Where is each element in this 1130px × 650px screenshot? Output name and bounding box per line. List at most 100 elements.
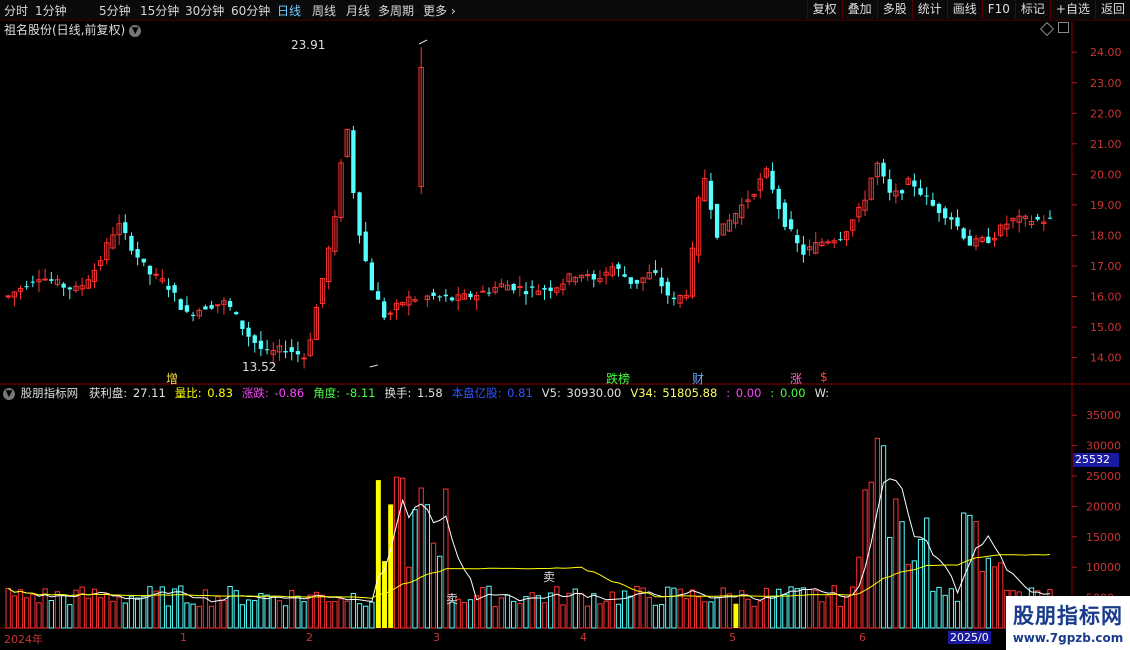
indicator-name[interactable]: 股朋指标网: [21, 386, 79, 400]
date-label-7: 2025/0: [948, 631, 991, 644]
candle-body: [375, 291, 381, 300]
chevron-down-icon[interactable]: ▼: [3, 387, 15, 400]
volume-bar: [837, 605, 844, 629]
volume-bar: [388, 504, 394, 628]
volume-bar: [702, 601, 708, 629]
candle-body: [209, 305, 214, 309]
low-price-label: 13.52: [242, 360, 277, 374]
volume-bar: [936, 586, 942, 629]
indicator-label: 换手:: [384, 386, 412, 400]
indicator-value: 0.00: [732, 386, 762, 400]
candle-body: [918, 188, 923, 195]
volume-bar: [523, 596, 529, 629]
volume-bar: [79, 586, 85, 629]
candle-body: [190, 314, 196, 316]
date-label-3: 3: [433, 631, 440, 644]
candle-body: [881, 162, 886, 177]
indicator-item-5: 本盘亿股: 0.81: [452, 386, 535, 400]
volume-bar: [332, 600, 338, 629]
volume-bar: [412, 509, 418, 629]
volume-bar: [295, 595, 301, 629]
sell-signal-2: 卖: [543, 570, 556, 584]
volume-bar: [695, 596, 702, 629]
volume-bar: [393, 476, 400, 629]
volume-bar: [868, 481, 874, 629]
indicator-item-3: 角度: -8.11: [313, 386, 377, 400]
volume-bar: [134, 597, 141, 629]
indicator-value: 27.11: [129, 386, 166, 400]
volume-bar: [356, 603, 363, 629]
volume-bar: [554, 586, 560, 629]
volume-bar: [67, 604, 73, 629]
volume-bar: [591, 593, 597, 629]
volume-bar: [430, 542, 437, 629]
volume-bar: [344, 600, 350, 629]
volume-bar: [5, 587, 11, 629]
volume-bar: [813, 589, 819, 629]
volume-bar: [566, 592, 572, 629]
volume-bar: [319, 594, 326, 629]
volume-bar: [825, 595, 831, 629]
volume-bar: [979, 570, 985, 629]
volume-bar: [30, 594, 36, 629]
date-label-4: 4: [580, 631, 587, 644]
candle-body: [714, 203, 720, 238]
candle-body: [548, 287, 553, 292]
volume-bar: [887, 537, 893, 629]
volume-bar: [159, 586, 165, 629]
candle-body: [616, 264, 621, 269]
date-label-5: 5: [729, 631, 736, 644]
candlestick-series: [5, 39, 1053, 369]
volume-bar: [289, 589, 295, 629]
volume-tick-label: 35000: [1086, 409, 1121, 422]
volume-bar: [264, 594, 270, 629]
volume-bar: [313, 591, 320, 629]
candle-body: [449, 297, 455, 301]
volume-bar: [141, 596, 147, 629]
volume-bar: [122, 602, 128, 629]
volume-bar: [628, 595, 634, 629]
price-tick-label: 24.00: [1090, 46, 1122, 59]
high-price-label: 23.91: [291, 38, 326, 52]
candle-body: [517, 286, 523, 289]
price-tick-label: 15.00: [1090, 321, 1122, 334]
price-axis-ticks: 24.00 23.00 22.00 21.00 20.00 19.00 18.00 17.00…: [1072, 46, 1122, 605]
price-tick-label: 14.00: [1090, 352, 1122, 365]
candle-body: [264, 349, 270, 351]
candle-body: [961, 228, 966, 239]
volume-bar: [110, 600, 116, 629]
volume-bar: [350, 593, 357, 629]
candle-body: [1047, 217, 1053, 219]
volume-bar: [615, 603, 622, 629]
high-marker: [418, 39, 428, 45]
volume-bar: [763, 587, 770, 629]
volume-bar: [504, 594, 511, 629]
candle-body: [943, 208, 948, 219]
kline-chart[interactable]: 24.0023.0022.0021.0020.0019.0018.0017.00…: [0, 0, 1130, 650]
volume-bar: [745, 598, 751, 629]
price-tick-label: 16.00: [1090, 291, 1122, 304]
volume-bar: [301, 601, 307, 629]
indicator-item-1: 量比: 0.83: [175, 386, 235, 400]
volume-bar: [708, 601, 714, 629]
volume-bar: [985, 557, 992, 629]
volume-bar: [467, 599, 474, 629]
candle-body: [172, 285, 177, 293]
candle-body: [443, 294, 449, 297]
volume-bar: [782, 594, 788, 629]
date-label-6: 6: [859, 631, 866, 644]
volume-bar: [116, 596, 122, 629]
candle-body: [382, 301, 387, 318]
candle-body: [671, 297, 677, 300]
volume-bar: [282, 605, 289, 629]
volume-bar: [492, 606, 498, 629]
volume-bar: [911, 560, 918, 629]
event-tag-5[interactable]: $: [820, 370, 828, 384]
candle-body: [437, 296, 442, 298]
indicator-value: -0.86: [270, 386, 305, 400]
candle-body: [5, 295, 11, 298]
volume-bar: [788, 586, 794, 629]
volume-bar: [880, 445, 887, 629]
indicator-item-7: V34: 51805.88: [630, 386, 719, 400]
volume-bar: [511, 600, 517, 629]
